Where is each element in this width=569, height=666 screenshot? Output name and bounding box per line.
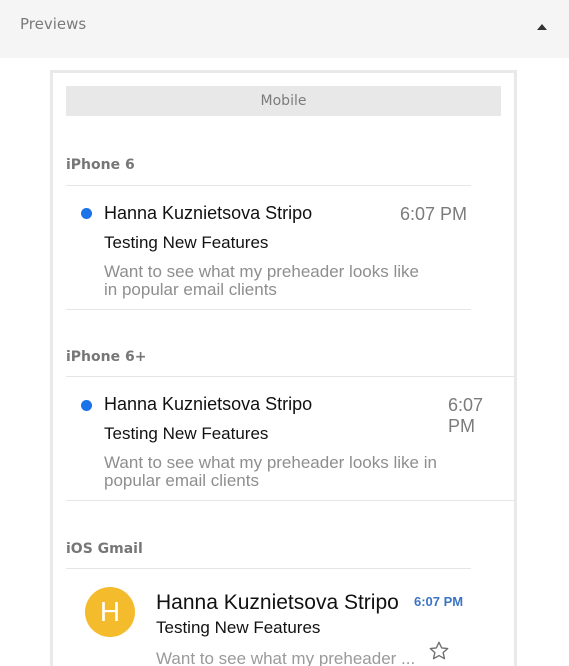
email-subject: Testing New Features bbox=[104, 233, 269, 252]
divider bbox=[66, 376, 514, 377]
divider bbox=[66, 568, 471, 569]
email-preview-line1: Want to see what my preheader looks like… bbox=[104, 453, 437, 472]
unread-dot-icon bbox=[81, 400, 92, 411]
tab-mobile[interactable]: Mobile bbox=[66, 86, 501, 116]
panel-title: Previews bbox=[20, 15, 87, 33]
email-sender: Hanna Kuznietsova Stripo bbox=[104, 394, 313, 414]
email-time: 6:07 PM bbox=[414, 594, 464, 609]
caret-up-icon[interactable] bbox=[536, 22, 548, 32]
avatar: H bbox=[85, 587, 135, 637]
client-title-ios-gmail: iOS Gmail bbox=[66, 541, 143, 557]
email-sender: Hanna Kuznietsova Stripo bbox=[104, 203, 313, 223]
divider bbox=[66, 309, 471, 310]
email-subject: Testing New Features bbox=[156, 618, 321, 637]
email-preview-line1: Want to see what my preheader looks like bbox=[104, 262, 419, 281]
email-time: 6:07 PM bbox=[448, 395, 484, 436]
previews-panel-header[interactable]: Previews bbox=[0, 0, 569, 58]
unread-dot-icon bbox=[81, 208, 92, 219]
email-subject: Testing New Features bbox=[104, 424, 269, 443]
star-outline-icon[interactable] bbox=[428, 640, 450, 662]
email-preview: Want to see what my preheader ... bbox=[156, 649, 416, 666]
email-preview-line2: popular email clients bbox=[104, 471, 259, 490]
email-preview-line2: in popular email clients bbox=[104, 280, 277, 299]
mobile-preview-frame: Mobile iPhone 6 Hanna Kuznietsova Stripo… bbox=[50, 70, 517, 666]
divider bbox=[66, 500, 514, 501]
email-time: 6:07 PM bbox=[400, 204, 468, 224]
divider bbox=[66, 185, 471, 186]
client-title-iphone6: iPhone 6 bbox=[66, 157, 135, 173]
client-title-iphone6plus: iPhone 6+ bbox=[66, 349, 147, 365]
email-sender: Hanna Kuznietsova Stripo bbox=[156, 591, 399, 614]
